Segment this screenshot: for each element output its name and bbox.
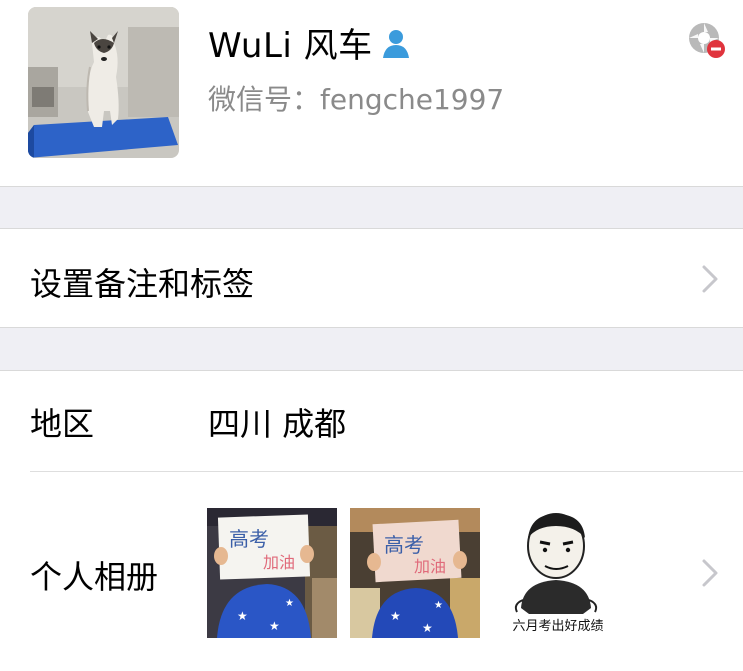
section-gap bbox=[0, 328, 743, 370]
svg-text:★: ★ bbox=[390, 609, 401, 623]
remark-row-label: 设置备注和标签 bbox=[30, 265, 255, 303]
svg-text:★: ★ bbox=[285, 598, 294, 609]
profile-header: WuLi 风车 微信号：fengche1997 bbox=[0, 0, 743, 187]
set-remark-and-tags-row[interactable]: 设置备注和标签 bbox=[0, 228, 743, 328]
profile-name: WuLi 风车 bbox=[208, 26, 373, 66]
album-row-label: 个人相册 bbox=[30, 558, 159, 596]
info-section: 地区 四川 成都 个人相册 ★ ★ ★ 高考 加油 ★ ★ ★ 高考 加油 六月… bbox=[0, 370, 743, 671]
album-photo[interactable]: 六月考出好成绩 bbox=[493, 508, 623, 638]
region-label: 地区 bbox=[30, 405, 95, 443]
sign-text-line1: 高考 bbox=[229, 527, 269, 551]
chevron-right-icon bbox=[702, 265, 718, 293]
blocked-camera-icon bbox=[689, 23, 725, 58]
region-value: 四川 成都 bbox=[208, 405, 347, 443]
svg-text:★: ★ bbox=[422, 621, 433, 635]
photo-sign-image: ★ ★ ★ 高考 加油 bbox=[207, 508, 337, 638]
album-photo[interactable]: ★ ★ ★ 高考 加油 bbox=[350, 508, 480, 638]
male-user-icon bbox=[382, 29, 409, 58]
avatar[interactable] bbox=[28, 7, 179, 158]
meme-caption: 六月考出好成绩 bbox=[512, 619, 603, 634]
wechat-id: 微信号：fengche1997 bbox=[208, 83, 505, 116]
svg-text:★: ★ bbox=[269, 619, 280, 633]
sign-text-line2: 加油 bbox=[263, 553, 295, 572]
sign-text-line2: 加油 bbox=[414, 557, 446, 576]
section-gap bbox=[0, 187, 743, 228]
chevron-right-icon bbox=[702, 559, 718, 587]
photo-sign-image: ★ ★ ★ 高考 加油 bbox=[350, 508, 480, 638]
avatar-husky-image bbox=[28, 7, 179, 158]
profile-name-row: WuLi 风车 bbox=[208, 18, 413, 67]
svg-text:★: ★ bbox=[434, 600, 443, 611]
sign-text-line1: 高考 bbox=[384, 533, 424, 557]
photo-meme-image: 六月考出好成绩 bbox=[493, 508, 623, 638]
svg-text:★: ★ bbox=[237, 609, 248, 623]
album-photo[interactable]: ★ ★ ★ 高考 加油 bbox=[207, 508, 337, 638]
